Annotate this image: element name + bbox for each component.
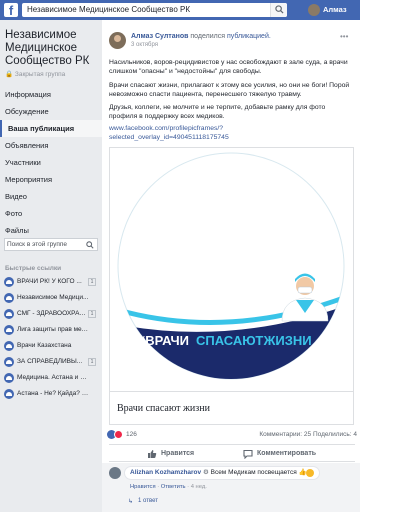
reactions-summary[interactable]: 126 Комментарии: 25 Поделились: 4 bbox=[107, 429, 357, 441]
hashtag-part-2: СПАСАЮТЖИЗНИ bbox=[196, 333, 312, 348]
shortcut-label: Астана - Не? Қайда? Қ... bbox=[17, 390, 89, 397]
search-icon bbox=[86, 241, 94, 249]
search-input[interactable]: Независимое Медицинское Сообщество РК bbox=[22, 3, 287, 17]
more-options-icon[interactable]: ••• bbox=[340, 32, 348, 41]
shortcut-item[interactable]: Астана - Не? Қайда? Қ... bbox=[4, 388, 100, 400]
group-icon bbox=[4, 357, 14, 367]
comment-bubble: Alizhan Kozhamzharov ⚙ Всем Медикам посв… bbox=[124, 466, 320, 480]
comment-icon bbox=[243, 449, 253, 459]
group-title[interactable]: Независимое Медицинское Сообщество РК bbox=[5, 29, 101, 68]
notification-badge: 1 bbox=[88, 310, 96, 318]
shortcut-label: Медицина. Астана и К... bbox=[17, 374, 89, 381]
shortcut-item[interactable]: Независимое Медици... bbox=[4, 292, 100, 304]
like-button[interactable]: Нравится bbox=[147, 445, 217, 462]
shortcut-label: Независимое Медици... bbox=[17, 294, 89, 301]
shortcut-item[interactable]: ЗА СПРАВЕДЛИВЫ... 1 bbox=[4, 356, 100, 368]
comment-timestamp[interactable]: 4 нед. bbox=[191, 484, 207, 490]
comment-like-reaction-icon bbox=[306, 469, 314, 477]
commenter-avatar[interactable] bbox=[109, 467, 121, 479]
comment-reply-link[interactable]: Ответить bbox=[161, 484, 186, 490]
shortcut-item[interactable]: Врачи Казахстана bbox=[4, 340, 100, 352]
group-search-input[interactable]: Поиск в этой группе bbox=[4, 238, 98, 251]
sidebar-item-members[interactable]: Участники bbox=[0, 154, 102, 171]
notification-badge: 1 bbox=[88, 278, 96, 286]
comments-section: Alizhan Kozhamzharov ⚙ Всем Медикам посв… bbox=[102, 463, 360, 512]
group-icon bbox=[4, 373, 14, 383]
user-name-link[interactable]: Алмаз bbox=[323, 5, 347, 14]
left-sidebar: Независимое Медицинское Сообщество РК 🔒 … bbox=[0, 20, 102, 512]
shared-publication-link[interactable]: публикацией. bbox=[227, 33, 271, 40]
post-paragraph: Друзья, коллеги, не молчите и не терпите… bbox=[109, 104, 326, 120]
comment-like-link[interactable]: Нравится bbox=[130, 484, 156, 490]
shortcut-label: Лига защиты прав мед... bbox=[17, 326, 89, 333]
search-button[interactable] bbox=[270, 3, 287, 17]
group-icon bbox=[4, 309, 14, 319]
comment-text: Всем Медикам посвещается 👍 bbox=[210, 469, 307, 476]
group-icon bbox=[4, 325, 14, 335]
frame-hashtag-overlay: #ВРАЧИ СПАСАЮТЖИЗНИ bbox=[138, 333, 312, 348]
user-avatar[interactable] bbox=[308, 4, 320, 16]
reaction-count[interactable]: 126 bbox=[126, 429, 137, 441]
group-icon bbox=[4, 389, 14, 399]
notification-badge: 1 bbox=[88, 358, 96, 366]
comments-shares-count[interactable]: Комментарии: 25 Поделились: 4 bbox=[259, 429, 357, 441]
comment-author-link[interactable]: Alizhan Kozhamzharov bbox=[130, 469, 201, 476]
post-author-link[interactable]: Алмаз Султанов bbox=[131, 33, 188, 40]
sidebar-item-announcements[interactable]: Объявления bbox=[0, 137, 102, 154]
comment-button[interactable]: Комментировать bbox=[243, 445, 333, 462]
group-icon bbox=[4, 277, 14, 287]
post-actions-bar: Нравится Комментировать bbox=[109, 444, 355, 462]
comment-label: Комментировать bbox=[257, 450, 317, 457]
group-privacy-text: Закрытая группа bbox=[14, 71, 66, 78]
shortcut-item[interactable]: Лига защиты прав мед... bbox=[4, 324, 100, 336]
comment-meta: Нравится · Ответить · 4 нед. bbox=[130, 484, 207, 490]
like-label: Нравится bbox=[161, 450, 195, 457]
hashtag-part-1: #ВРАЧИ bbox=[138, 333, 189, 348]
post-paragraph: Насильников, воров-рецидивистов у нас ос… bbox=[109, 59, 348, 75]
shortcut-label: СМГ - ЗДРАВООХРАН... bbox=[17, 310, 89, 317]
shortcuts-heading: Быстрые ссылки bbox=[5, 265, 62, 272]
reply-arrow-icon: ↳ bbox=[128, 499, 134, 505]
search-icon bbox=[275, 5, 284, 14]
top-navigation-bar: f Независимое Медицинское Сообщество РК … bbox=[0, 0, 360, 20]
frame-preview-card[interactable]: #ВРАЧИ СПАСАЮТЖИЗНИ Врачи спасают жизни bbox=[109, 147, 354, 425]
thumbs-up-icon bbox=[148, 450, 157, 458]
sidebar-item-info[interactable]: Информация bbox=[0, 86, 102, 103]
group-privacy-label: 🔒 Закрытая группа bbox=[5, 71, 66, 78]
sidebar-item-videos[interactable]: Видео bbox=[0, 188, 102, 205]
sidebar-item-discussion[interactable]: Обсуждение bbox=[0, 103, 102, 120]
sidebar-item-your-post[interactable]: Ваша публикация bbox=[0, 120, 102, 137]
post-timestamp[interactable]: 3 октября bbox=[131, 42, 158, 48]
shortcut-item[interactable]: СМГ - ЗДРАВООХРАН... 1 bbox=[4, 308, 100, 320]
author-avatar[interactable] bbox=[109, 32, 126, 49]
love-reaction-icon bbox=[114, 430, 123, 439]
facebook-logo-icon[interactable]: f bbox=[4, 3, 18, 17]
post-header: Алмаз Султанов поделился публикацией. bbox=[131, 33, 271, 40]
shortcut-item[interactable]: ВРАЧИ РК! У КОГО ... 1 bbox=[4, 276, 100, 288]
post-action-text: поделился bbox=[188, 33, 227, 40]
sidebar-item-photos[interactable]: Фото bbox=[0, 205, 102, 222]
view-replies-link[interactable]: 1 ответ bbox=[138, 498, 158, 504]
shortcut-item[interactable]: Медицина. Астана и К... bbox=[4, 372, 100, 384]
shortcut-label: ВРАЧИ РК! У КОГО ... bbox=[17, 278, 82, 285]
post-card: Алмаз Султанов поделился публикацией. 3 … bbox=[102, 27, 360, 512]
commenter-badge-icon: ⚙ bbox=[201, 469, 211, 476]
post-paragraph: Врачи спасают жизни, прилагают к этому в… bbox=[109, 82, 350, 98]
profile-frame-link[interactable]: www.facebook.com/profilepicframes/?selec… bbox=[109, 124, 329, 142]
sidebar-item-events[interactable]: Мероприятия bbox=[0, 171, 102, 188]
group-icon bbox=[4, 341, 14, 351]
group-icon bbox=[4, 293, 14, 303]
group-search-placeholder: Поиск в этой группе bbox=[7, 241, 68, 248]
sidebar-item-files[interactable]: Файлы bbox=[0, 222, 102, 239]
shortcut-label: ЗА СПРАВЕДЛИВЫ... bbox=[17, 358, 83, 365]
card-caption[interactable]: Врачи спасают жизни bbox=[110, 391, 353, 424]
shortcut-label: Врачи Казахстана bbox=[17, 342, 72, 349]
